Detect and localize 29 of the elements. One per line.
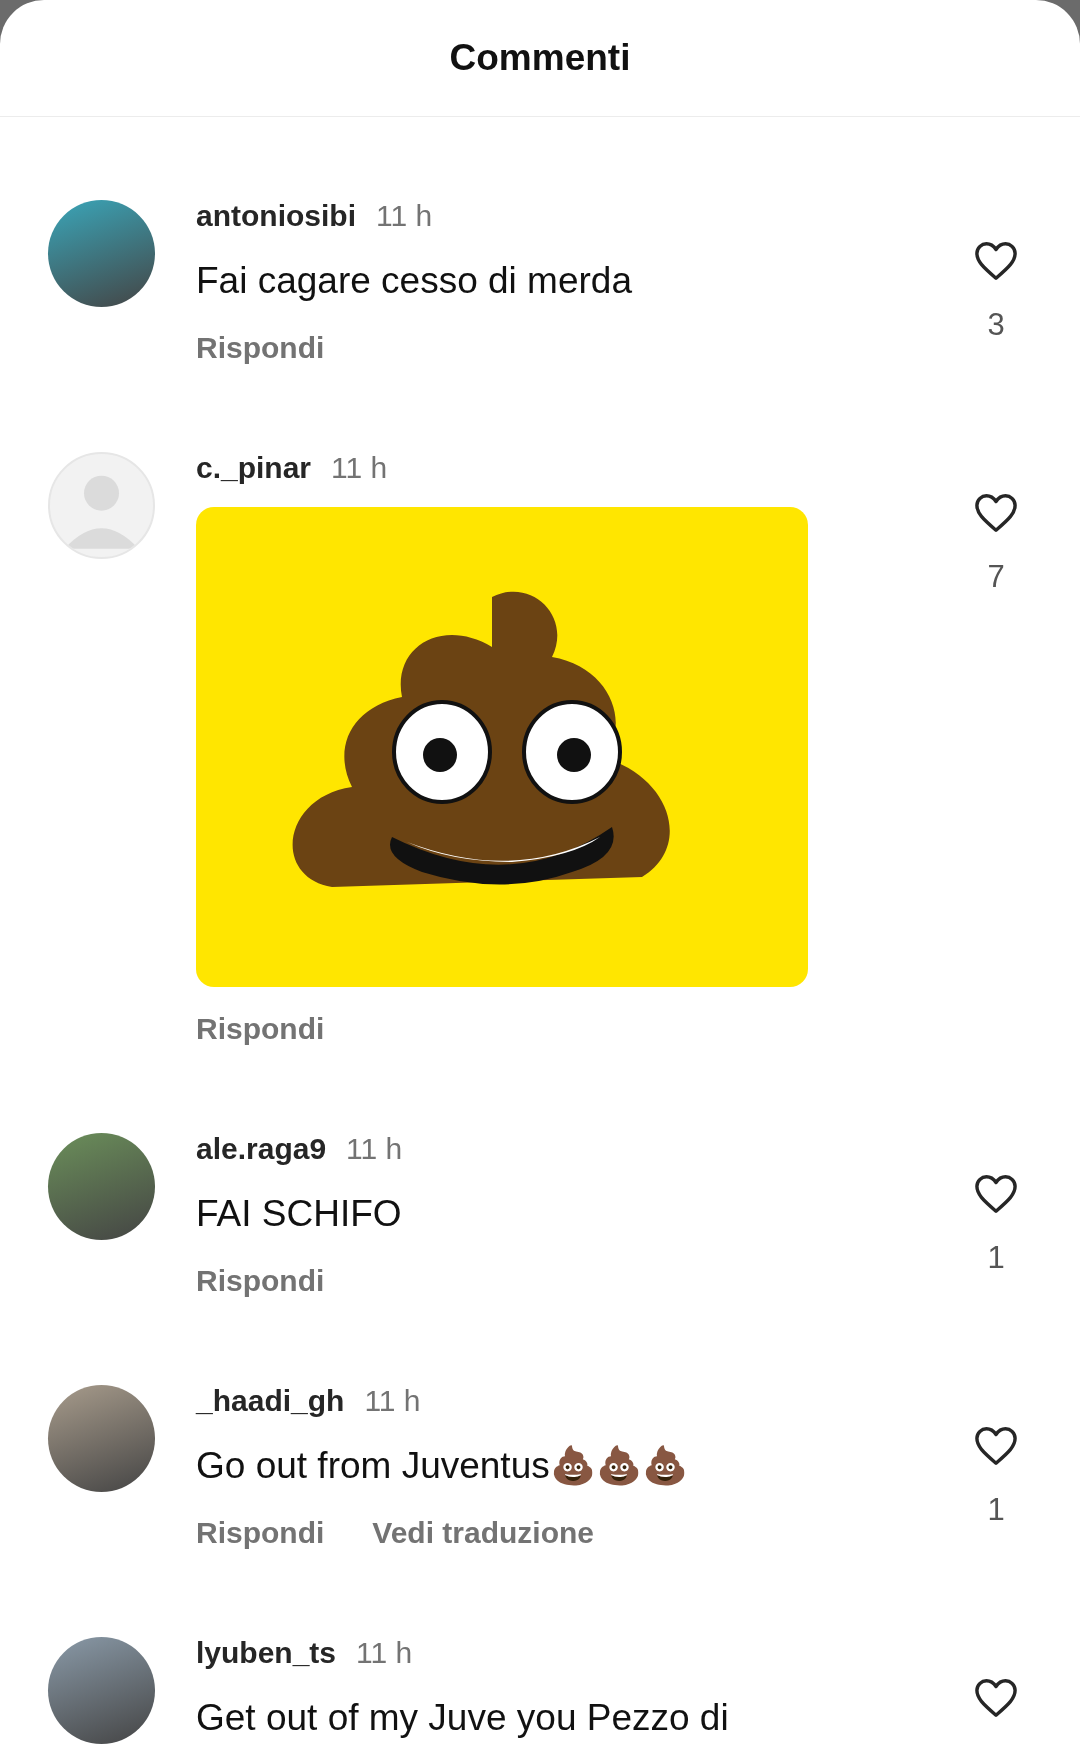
- comment-text: Fai cagare cesso di merda: [196, 259, 633, 303]
- username[interactable]: _haadi_gh: [196, 1377, 345, 1423]
- username[interactable]: c._pinar: [196, 444, 312, 490]
- comment-time: 11 h: [376, 197, 433, 234]
- action-link[interactable]: Rispondi: [196, 1510, 325, 1550]
- like-count: 7: [987, 558, 1005, 594]
- comment-text: FAI SCHIFO: [196, 1192, 403, 1236]
- comment-text: Get out of my Juve you Pezzo di: [196, 1696, 730, 1740]
- like-heart-icon[interactable]: [973, 1677, 1019, 1719]
- comment-time: 11 h: [356, 1634, 413, 1671]
- comment-time: 11 h: [331, 449, 388, 486]
- action-link[interactable]: Vedi traduzione: [372, 1510, 595, 1550]
- username[interactable]: ale.raga9: [196, 1125, 327, 1171]
- username[interactable]: lyuben_ts: [196, 1629, 337, 1675]
- action-link[interactable]: Rispondi: [196, 1258, 325, 1298]
- sheet-title: Commenti: [449, 36, 631, 81]
- like-heart-icon[interactable]: [973, 1425, 1019, 1467]
- comment-time: 11 h: [364, 1382, 421, 1419]
- like-count: 1: [987, 1239, 1005, 1275]
- comment-text: Go out from Juventus💩💩💩: [196, 1444, 689, 1488]
- username[interactable]: antoniosibi: [196, 192, 356, 238]
- like-heart-icon[interactable]: [973, 492, 1019, 534]
- action-link[interactable]: Rispondi: [196, 325, 325, 365]
- comment-time: 11 h: [346, 1130, 403, 1167]
- like-count: 1: [987, 1491, 1005, 1527]
- like-count: 3: [987, 306, 1005, 342]
- action-link[interactable]: Rispondi: [196, 1006, 325, 1046]
- like-heart-icon[interactable]: [973, 240, 1019, 282]
- like-heart-icon[interactable]: [973, 1173, 1019, 1215]
